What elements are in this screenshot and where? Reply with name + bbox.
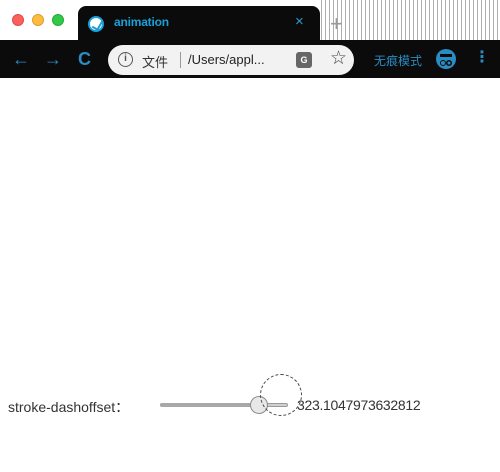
tab-animation[interactable]: animation × [78,6,320,40]
new-tab-button[interactable]: + [330,12,343,36]
browser-chrome: animation × + ← → C i 文件 /Users/appl... … [0,0,500,78]
dashoffset-value: 323.1047973632812 [297,397,421,413]
site-label: 文件 [142,55,169,70]
site-favicon-icon [88,16,104,32]
incognito-label: 无痕模式 [374,54,423,68]
translate-icon[interactable]: G [296,52,312,68]
address-divider [180,52,181,68]
minimize-window-button[interactable] [32,14,44,26]
maximize-window-button[interactable] [52,14,64,26]
url-text[interactable]: /Users/appl... [188,52,265,67]
browser-menu-icon[interactable]: ⋮ [474,49,490,67]
page-content: stroke-dashoffset： 323.1047973632812 [0,78,500,472]
tab-strip: animation × + [0,0,500,40]
bookmark-star-icon[interactable]: ☆ [330,48,347,70]
slider-fill [160,403,259,407]
tab-title: animation [114,15,169,29]
close-window-button[interactable] [12,14,24,26]
close-tab-icon[interactable]: × [295,13,304,31]
forward-button[interactable]: → [44,49,62,69]
dashoffset-slider[interactable] [160,374,302,418]
back-button[interactable]: ← [12,49,30,69]
dashoffset-label: stroke-dashoffset： [8,399,130,415]
browser-toolbar: ← → C i 文件 /Users/appl... G ☆ 无痕模式 ⋮ [0,40,500,78]
info-icon[interactable]: i [118,52,133,67]
tab-strip-artifact [318,0,500,40]
dashoffset-control: stroke-dashoffset： 323.1047973632812 [0,374,500,418]
incognito-icon[interactable] [436,49,456,69]
cursor-highlight-ring [260,374,302,416]
reload-button[interactable]: C [78,49,91,69]
address-bar[interactable]: i 文件 /Users/appl... G ☆ [108,45,354,75]
